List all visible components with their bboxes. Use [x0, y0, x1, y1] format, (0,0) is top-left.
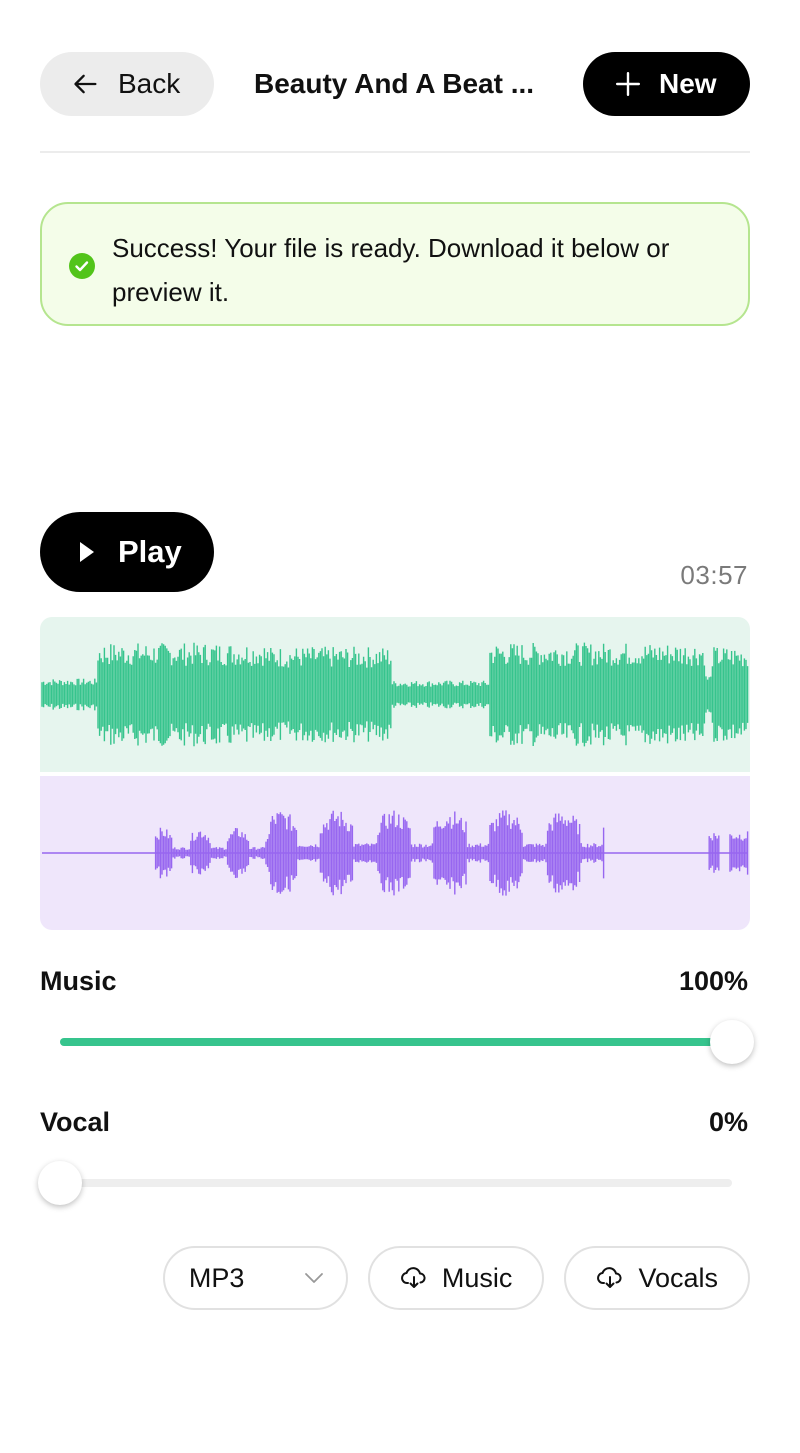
- track-duration: 03:57: [680, 560, 748, 590]
- music-volume-slider[interactable]: [60, 1020, 754, 1064]
- format-select[interactable]: MP3: [162, 1246, 348, 1310]
- music-slider-label: Music: [40, 966, 117, 996]
- play-label: Play: [118, 534, 182, 569]
- new-button[interactable]: New: [583, 52, 750, 116]
- music-slider-thumb[interactable]: [710, 1020, 754, 1064]
- play-icon: [80, 542, 94, 562]
- vocal-slider-label: Vocal: [40, 1107, 111, 1137]
- success-alert: Success! Your file is ready. Download it…: [40, 202, 750, 326]
- download-controls: MP3 Music Vocals: [162, 1246, 750, 1310]
- cloud-download-icon: [401, 1267, 426, 1288]
- play-button[interactable]: Play: [40, 512, 214, 592]
- header-divider: [40, 151, 750, 153]
- waveform-panel[interactable]: [40, 617, 750, 930]
- arrow-left-icon: [74, 74, 97, 94]
- chevron-down-icon: [305, 1273, 323, 1283]
- new-label: New: [659, 68, 717, 99]
- download-vocals-button[interactable]: Vocals: [564, 1246, 750, 1310]
- cloud-download-icon: [597, 1267, 623, 1288]
- vocal-volume-slider[interactable]: [38, 1161, 732, 1205]
- music-waveform-graphic: [41, 642, 749, 747]
- download-music-button[interactable]: Music: [367, 1246, 545, 1310]
- vocal-slider-thumb[interactable]: [38, 1161, 82, 1205]
- download-vocals-label: Vocals: [638, 1262, 718, 1293]
- page-title: Beauty And A Beat ...: [254, 68, 535, 99]
- vocal-waveform-graphic: [42, 810, 749, 896]
- back-label: Back: [118, 68, 181, 99]
- check-circle-icon: [69, 253, 95, 279]
- plus-icon: [615, 71, 641, 97]
- download-music-label: Music: [441, 1262, 513, 1293]
- alert-message: Success! Your file is ready. Download it…: [112, 233, 670, 307]
- header: Back Beauty And A Beat ... New: [40, 52, 750, 116]
- format-value: MP3: [188, 1262, 245, 1293]
- vocal-waveform: [40, 776, 750, 930]
- music-waveform: [40, 617, 750, 772]
- vocal-slider-value: 0%: [708, 1107, 748, 1137]
- back-button[interactable]: Back: [40, 52, 214, 116]
- music-slider-value: 100%: [678, 966, 748, 996]
- music-slider-fill: [60, 1038, 732, 1046]
